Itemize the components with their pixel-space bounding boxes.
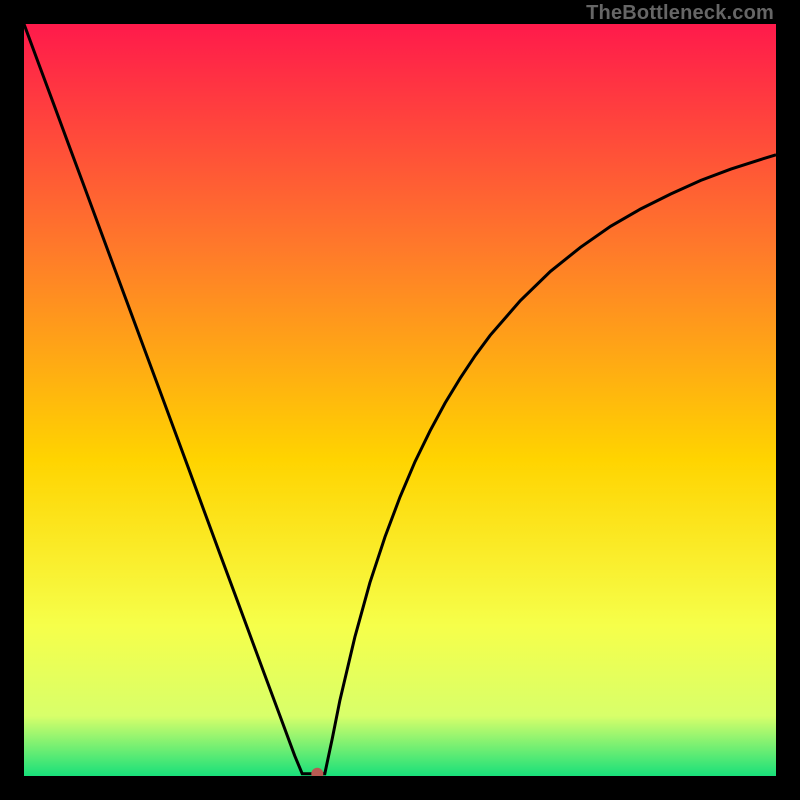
bottleneck-curve [24,24,776,776]
curve-line [24,24,776,774]
minimum-marker [311,768,323,776]
watermark-text: TheBottleneck.com [586,2,774,25]
chart-frame: TheBottleneck.com [0,0,800,800]
plot-area [24,24,776,776]
